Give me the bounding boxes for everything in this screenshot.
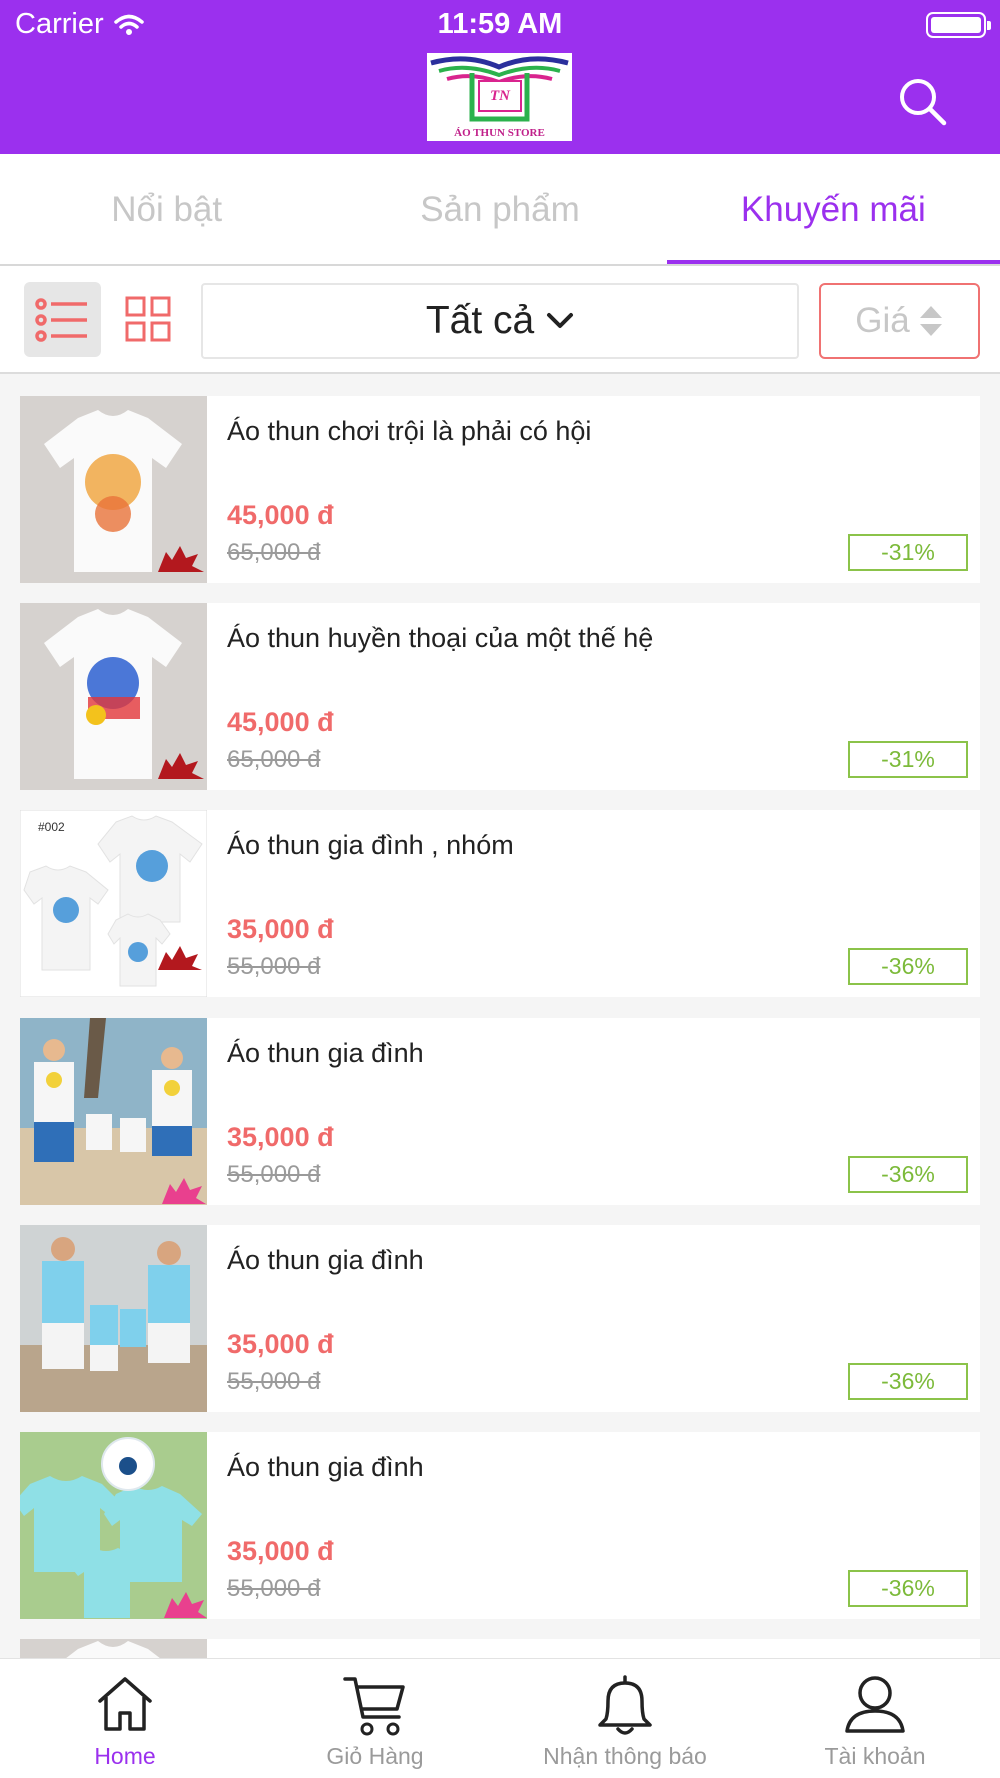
product-old-price: 55,000 đ (227, 1368, 321, 1395)
product-price: 45,000 đ (227, 707, 334, 737)
logo-text: ÁO THUN STORE (454, 127, 545, 139)
nav-account-label: Tài khoản (824, 1743, 926, 1769)
nav-cart-label: Giỏ Hàng (326, 1743, 424, 1769)
tab-promotions[interactable]: Khuyến mãi (666, 154, 1000, 266)
product-old-price: 65,000 đ (227, 746, 321, 773)
product-list: Áo thun chơi trội là phải có hội 45,000 … (0, 376, 1000, 1658)
product-price: 35,000 đ (227, 1122, 334, 1152)
product-old-price: 65,000 đ (227, 539, 321, 566)
product-card[interactable]: Áo thun gia đình 35,000 đ 55,000 đ -36% (20, 1432, 980, 1619)
product-price: 35,000 đ (227, 914, 334, 944)
grid-view-icon (125, 296, 171, 342)
discount-badge: -31% (848, 741, 968, 778)
status-bar: Carrier 11:59 AM (0, 0, 1000, 50)
nav-notifications[interactable]: Nhận thông báo (500, 1659, 750, 1778)
nav-home[interactable]: Home (0, 1659, 250, 1778)
search-icon (900, 79, 947, 126)
filter-bar: Tất cả Giá (0, 266, 1000, 374)
nav-home-label: Home (94, 1743, 156, 1769)
bell-icon (598, 1675, 652, 1735)
discount-badge: -31% (848, 534, 968, 571)
product-thumbnail-code: #002 (38, 820, 65, 834)
price-sort-button[interactable]: Giá (819, 283, 980, 359)
product-price: 45,000 đ (227, 500, 334, 530)
tab-featured[interactable]: Nổi bật (0, 154, 333, 266)
category-dropdown[interactable]: Tất cả (201, 283, 799, 359)
product-name: Áo thun gia đình (227, 1038, 424, 1068)
price-sort-label: Giá (855, 301, 910, 340)
product-card[interactable]: #002 Áo thun gia đình , nhóm 35,000 đ 55… (20, 810, 980, 997)
discount-badge: -36% (848, 948, 968, 985)
sort-icon (919, 306, 942, 336)
user-icon (845, 1676, 905, 1733)
product-thumbnail (20, 396, 207, 583)
chevron-down-icon (547, 313, 574, 328)
product-thumbnail (20, 603, 207, 790)
discount-badge: -36% (848, 1570, 968, 1607)
product-name: Áo thun gia đình (227, 1245, 424, 1275)
search-button[interactable] (895, 74, 951, 130)
product-price: 35,000 đ (227, 1329, 334, 1359)
nav-notifications-label: Nhận thông báo (543, 1743, 707, 1769)
home-icon (98, 1677, 152, 1731)
product-name: Áo thun gia đình , nhóm (227, 830, 514, 860)
product-card[interactable]: Áo thun huyền thoại của một thế hệ 45,00… (20, 603, 980, 790)
product-thumbnail (20, 1018, 207, 1205)
tab-products[interactable]: Sản phẩm (333, 154, 666, 266)
battery-icon (926, 12, 991, 38)
product-card[interactable]: Áo thun gia đình 35,000 đ 55,000 đ -36% (20, 1018, 980, 1205)
product-thumbnail: #002 (20, 810, 207, 997)
discount-badge: -36% (848, 1156, 968, 1193)
product-old-price: 55,000 đ (227, 953, 321, 980)
status-time: 11:59 AM (437, 8, 563, 40)
tab-bar: Nổi bật Sản phẩm Khuyến mãi (0, 154, 1000, 266)
category-value: Tất cả (425, 299, 535, 342)
product-thumbnail (20, 1639, 207, 1658)
product-name: Áo thun chơi trội là phải có hội (227, 416, 592, 446)
nav-cart[interactable]: Giỏ Hàng (250, 1659, 500, 1778)
product-old-price: 55,000 đ (227, 1161, 321, 1188)
product-card[interactable]: Áo thun chơi trội là phải có hội 45,000 … (20, 396, 980, 583)
bottom-nav: Home Giỏ Hàng Nhận thông báo Tài khoản (0, 1658, 1000, 1778)
logo-initials: TN (490, 88, 510, 104)
product-thumbnail (20, 1225, 207, 1412)
cart-icon (343, 1677, 405, 1736)
product-price: 35,000 đ (227, 1536, 334, 1566)
product-old-price: 55,000 đ (227, 1575, 321, 1602)
grid-view-button[interactable] (117, 282, 194, 357)
product-thumbnail (20, 1432, 207, 1619)
list-view-icon (35, 298, 87, 342)
product-card[interactable]: Áo thun gia đình 35,000 đ 55,000 đ -36% (20, 1225, 980, 1412)
product-name: Áo thun huyền thoại của một thế hệ (227, 623, 654, 653)
discount-badge: -36% (848, 1363, 968, 1400)
app-header: Carrier 11:59 AM TN ÁO THUN STORE (0, 0, 1000, 154)
list-view-button[interactable] (24, 282, 101, 357)
store-logo: TN ÁO THUN STORE (427, 53, 572, 141)
nav-account[interactable]: Tài khoản (750, 1659, 1000, 1778)
product-card-partial[interactable] (20, 1639, 980, 1658)
product-name: Áo thun gia đình (227, 1452, 424, 1482)
